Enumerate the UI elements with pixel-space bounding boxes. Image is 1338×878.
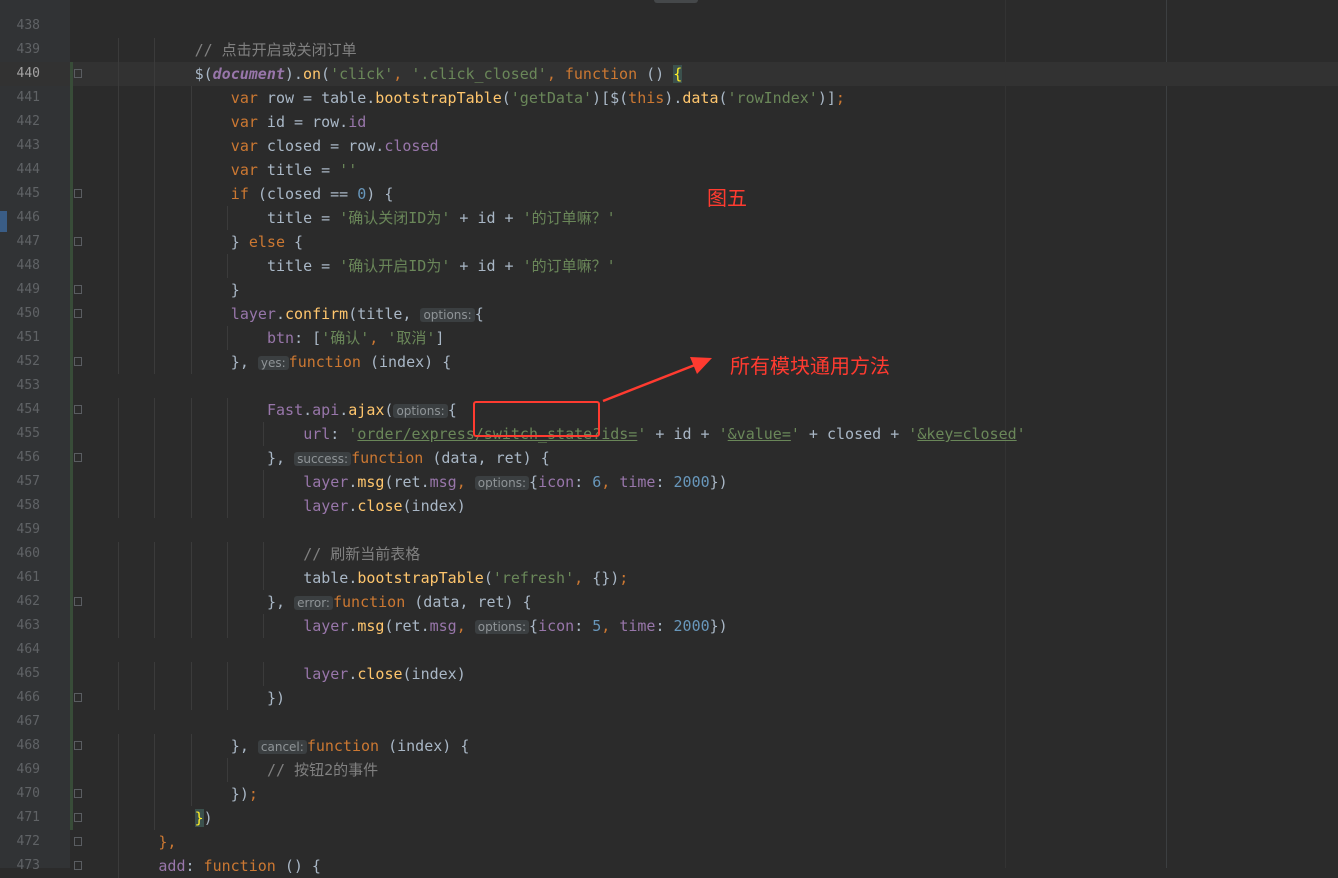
red-arrow-icon <box>602 357 712 403</box>
